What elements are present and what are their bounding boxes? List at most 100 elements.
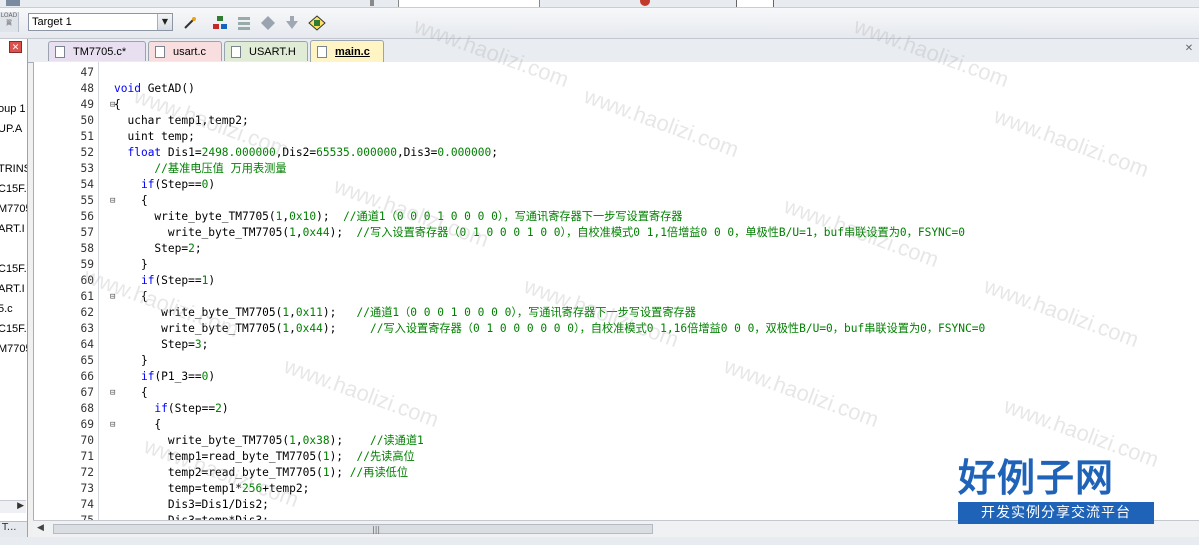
code-line[interactable]: 54 if(Step==0) [34,177,1199,193]
line-number: 67 [80,386,94,399]
line-number: 55 [80,194,94,207]
code-text: write_byte_TM7705(1,0x44); //写入设置寄存器（0 1… [114,226,965,239]
file-icon [317,45,327,58]
code-line[interactable]: 53 //基准电压值 万用表测量 [34,161,1199,177]
code-line[interactable]: 55 ⊟ { [34,193,1199,209]
code-editor[interactable]: 47 48 void GetAD() 49 ⊟{50 uchar temp1,temp2… [33,62,1199,520]
tab-usart-h[interactable]: USART.H [224,41,308,61]
code-line[interactable]: 50 uchar temp1,temp2; [34,113,1199,129]
project-item[interactable]: C15F. [0,183,27,195]
code-line[interactable]: 66 if(P1_3==0) [34,369,1199,385]
project-item[interactable]: 5.c [0,303,13,315]
chevron-right-icon[interactable]: ▶ [17,501,24,511]
move-icon[interactable] [258,13,278,33]
code-text: { [114,386,148,399]
line-number: 49 [80,98,94,111]
code-text: temp1=read_byte_TM7705(1); //先读高位 [114,450,415,463]
chevron-down-icon[interactable]: ▼ [157,14,172,30]
find-input[interactable] [398,0,540,7]
pack-icon[interactable] [307,13,327,33]
line-number: 68 [80,402,94,415]
code-line[interactable]: 56 write_byte_TM7705(1,0x10); //通道1（0 0 … [34,209,1199,225]
line-number: 61 [80,290,94,303]
tab-label: usart.c [173,45,207,58]
code-text: Step=2; [114,242,202,255]
panel-scrollbar[interactable]: ▶ [0,500,26,513]
editor-tabbar: TM7705.c* usart.c USART.H main.c ✕ [28,39,1199,63]
code-text: Dis3=temp*Dis3; [114,513,269,520]
line-number: 53 [80,162,94,175]
code-text: void GetAD() [114,82,195,95]
code-text: } [114,258,148,271]
scroll-thumb[interactable]: ||| [53,524,653,534]
tab-label: USART.H [249,45,296,58]
file-icon [231,45,241,58]
code-line[interactable]: 65 } [34,353,1199,369]
magic-wand-icon[interactable] [180,13,200,33]
build-icon[interactable] [210,13,230,33]
line-number: 47 [80,66,94,79]
code-line[interactable]: 49 ⊟{ [34,97,1199,113]
logo-title: 好例子网 [958,456,1115,500]
project-item[interactable]: M7705 [0,203,27,215]
line-number: 54 [80,178,94,191]
project-item[interactable]: M7705 [0,343,27,355]
code-text: write_byte_TM7705(1,0x38); //读通道1 [114,434,424,447]
line-number: 57 [80,226,94,239]
code-text: if(Step==2) [154,402,229,415]
project-item[interactable]: ART.I [0,223,25,235]
tab-main-c[interactable]: main.c [310,40,384,62]
code-line[interactable]: 48 void GetAD() [34,81,1199,97]
toolbar-icon[interactable] [6,0,20,6]
settings-icon[interactable] [282,13,302,33]
project-item[interactable]: UP.A [0,123,22,135]
tab-tm7705-c[interactable]: TM7705.c* [48,41,146,61]
line-number: 63 [80,322,94,335]
code-text: if(P1_3==0) [140,370,216,383]
chevron-left-icon[interactable]: ◀ [37,523,44,533]
project-panel: ✕ oup 1 UP.A TRINS C15F. M7705 ART.I C15… [0,39,28,545]
code-line[interactable]: 62 write_byte_TM7705(1,0x11); //通道1（0 0 … [34,305,1199,321]
code-line[interactable]: 58 Step=2; [34,241,1199,257]
code-line[interactable]: 63 write_byte_TM7705(1,0x44); //写入设置寄存器（… [34,321,1199,337]
code-line[interactable]: 70 write_byte_TM7705(1,0x38); //读通道1 [34,433,1199,449]
code-text: temp2=read_byte_TM7705(1); //再读低位 [114,466,409,479]
load-icon[interactable]: LOAD 翼 [0,12,19,32]
code-line[interactable]: 60 if(Step==1) [34,273,1199,289]
project-item[interactable]: C15F. [0,263,27,275]
view-button[interactable] [736,0,774,7]
project-item[interactable]: C15F. [0,323,27,335]
breakpoint-icon[interactable] [640,0,650,6]
code-line[interactable]: 57 write_byte_TM7705(1,0x44); //写入设置寄存器（… [34,225,1199,241]
code-line[interactable]: 51 uint temp; [34,129,1199,145]
line-number: 60 [80,274,94,287]
options-icon[interactable] [234,13,254,33]
code-line[interactable]: 68 if(Step==2) [34,401,1199,417]
line-number: 52 [80,146,94,159]
code-line[interactable]: 47 [34,65,1199,81]
tab-label: main.c [335,45,370,58]
code-text: { [114,418,162,431]
code-text: temp=temp1*256+temp2; [114,482,310,495]
project-item[interactable]: TRINS [0,163,27,175]
status-strip [0,537,1199,545]
code-line[interactable]: 69 ⊟ { [34,417,1199,433]
code-text: if(Step==1) [140,274,216,287]
project-item[interactable]: oup 1 [0,103,26,115]
line-number: 64 [80,338,94,351]
line-number: 59 [80,258,94,271]
code-line[interactable]: 61 ⊟ { [34,289,1199,305]
code-text: write_byte_TM7705(1,0x11); //通道1（0 0 0 1… [114,306,696,319]
line-number: 65 [80,354,94,367]
tab-usart-c[interactable]: usart.c [148,41,222,61]
line-number: 72 [80,466,94,479]
code-line[interactable]: 52 float Dis1=2498.000000,Dis2=65535.000… [34,145,1199,161]
close-icon[interactable]: ✕ [1183,43,1195,55]
code-line[interactable]: 64 Step=3; [34,337,1199,353]
code-line[interactable]: 67 ⊟ { [34,385,1199,401]
close-icon[interactable]: ✕ [9,41,22,53]
code-line[interactable]: 59 } [34,257,1199,273]
project-item[interactable]: ART.I [0,283,25,295]
target-select[interactable]: Target 1 ▼ [28,13,173,31]
code-text: Step=3; [114,338,209,351]
